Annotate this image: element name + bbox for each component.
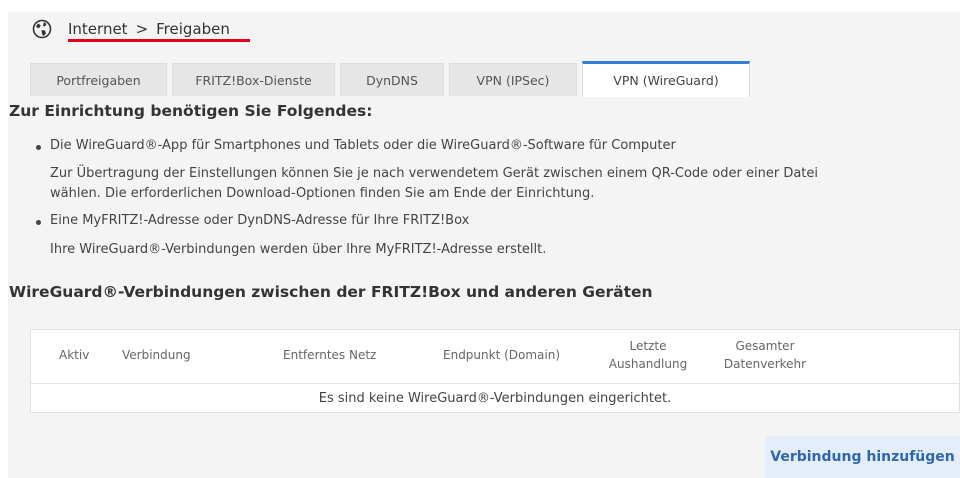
- column-header-letzte-aushandlung: Letzte Datenverkehr Aushandlung: [608, 339, 688, 371]
- breadcrumb: Internet > Freigaben: [32, 17, 230, 41]
- add-connection-button[interactable]: Verbindung hinzufügen: [765, 436, 960, 478]
- globe-icon: [32, 19, 52, 39]
- tab-dyndns[interactable]: DynDNS: [340, 63, 444, 96]
- column-header-netz: Entferntes Netz: [283, 348, 377, 362]
- list-item: Die WireGuard®-App für Smartphones und T…: [36, 138, 676, 153]
- requirements-title: Zur Einrichtung benötigen Sie Folgendes:: [9, 102, 373, 120]
- requirement-note-line: wählen. Die erforderlichen Download-Opti…: [50, 186, 595, 201]
- column-header-gesamter-datenverkehr: Gesamter Datenverkehr: [723, 339, 807, 371]
- column-header-aktiv: Aktiv: [59, 348, 90, 362]
- table-row: Es sind keine WireGuard®-Verbindungen ei…: [31, 384, 959, 413]
- requirement-note-line: Ihre WireGuard®-Verbindungen werden über…: [50, 242, 547, 257]
- column-header-verbindung: Verbindung: [122, 348, 191, 362]
- connections-table: Aktiv Verbindung Entferntes Netz Endpunk…: [30, 329, 960, 413]
- breadcrumb-parent[interactable]: Internet: [68, 20, 128, 38]
- requirement-note-line: Zur Übertragung der Einstellungen können…: [50, 166, 818, 181]
- breadcrumb-current: Freigaben: [156, 20, 230, 38]
- connections-title: WireGuard®-Verbindungen zwischen der FRI…: [9, 283, 653, 301]
- tab-vpn-ipsec[interactable]: VPN (IPSec): [449, 63, 577, 96]
- top-strip: [0, 0, 960, 12]
- tab-fritzbox-dienste[interactable]: FRITZ!Box-Dienste: [172, 63, 335, 96]
- tab-portfreigaben[interactable]: Portfreigaben: [30, 63, 167, 96]
- empty-message: Es sind keine WireGuard®-Verbindungen ei…: [318, 391, 672, 406]
- list-item: Eine MyFRITZ!-Adresse oder DynDNS-Adress…: [36, 213, 469, 228]
- breadcrumb-underline: [68, 39, 250, 42]
- breadcrumb-separator: >: [135, 20, 149, 38]
- tab-vpn-wireguard[interactable]: VPN (WireGuard): [582, 61, 750, 97]
- column-header-endpunkt: Endpunkt (Domain): [443, 348, 561, 362]
- tab-bar: Portfreigaben FRITZ!Box-Dienste DynDNS V…: [30, 61, 750, 97]
